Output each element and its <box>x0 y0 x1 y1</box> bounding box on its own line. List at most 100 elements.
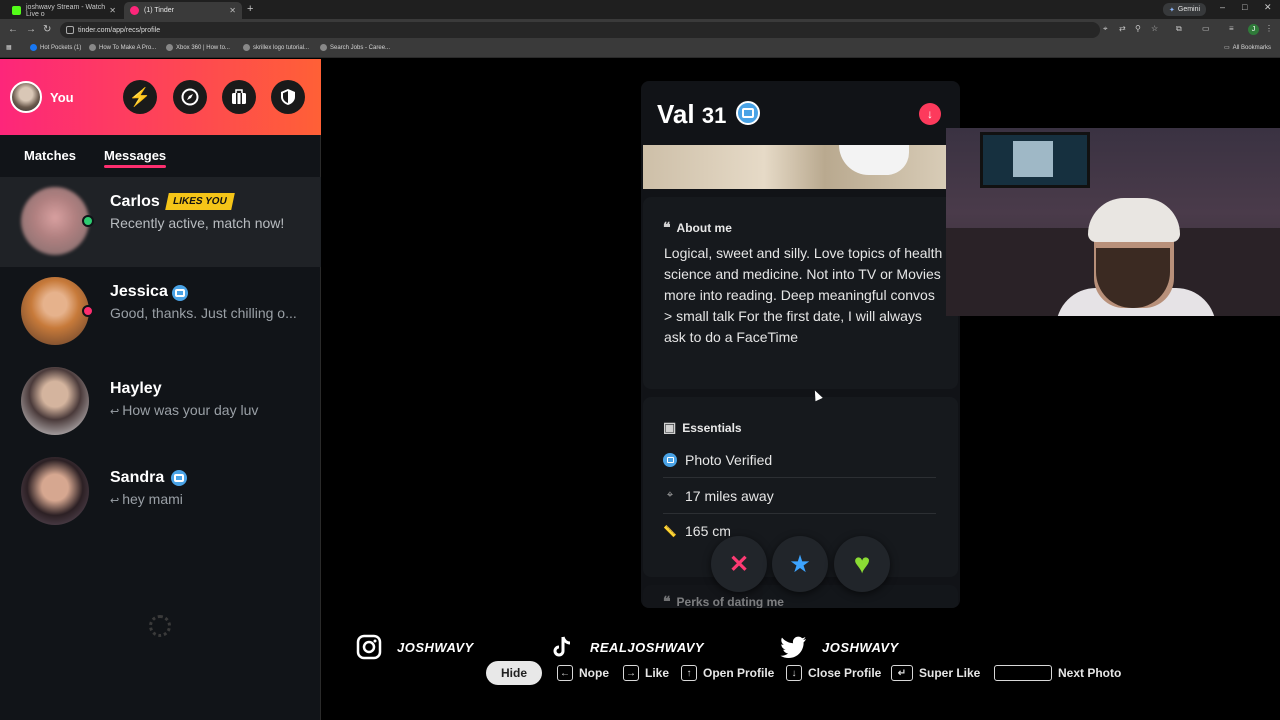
avatar <box>21 277 89 345</box>
bookmark-item[interactable]: Search Jobs - Caree... <box>320 44 390 51</box>
back-icon[interactable]: ← <box>8 24 18 35</box>
enter-key-icon: ↵ <box>891 665 913 681</box>
location-pin-icon: ⌖ <box>666 489 674 501</box>
about-me-text: Logical, sweet and silly. Love topics of… <box>664 245 943 345</box>
super-like-button[interactable]: ★ <box>772 536 828 592</box>
social-handle: JOSHWAVY <box>397 639 474 655</box>
bookmark-item[interactable]: How To Make A Pro... <box>89 44 156 51</box>
safety-button[interactable] <box>271 80 305 114</box>
message-preview: Good, thanks. Just chilling o... <box>110 305 297 321</box>
shortcut-next-photo: Next Photo <box>994 661 1121 685</box>
nope-button[interactable]: ✕ <box>711 536 767 592</box>
explore-button[interactable] <box>173 80 207 114</box>
gemini-label: Gemini <box>1177 6 1201 13</box>
browser-tab-tinder[interactable]: (1) Tinder ✕ <box>124 2 242 19</box>
tiktok-icon <box>548 633 576 661</box>
tab-messages[interactable]: Messages <box>104 148 167 168</box>
apps-icon[interactable]: ▦ <box>6 44 12 51</box>
ruler-icon: 📏 <box>663 525 677 538</box>
all-bookmarks-button[interactable]: ▭ All Bookmarks <box>1224 44 1271 52</box>
message-row-hayley[interactable]: Hayley ↩ How was your day luv <box>0 357 321 447</box>
close-tab-icon[interactable]: ✕ <box>109 6 116 15</box>
compass-icon <box>181 88 199 106</box>
browser-tab-kick[interactable]: joshwavy Stream - Watch Live o ✕ <box>6 2 122 19</box>
space-key-icon <box>994 665 1052 681</box>
message-row-jessica[interactable]: Jessica Good, thanks. Just chilling o... <box>0 267 321 357</box>
url-bar[interactable]: tinder.com/app/recs/profile <box>60 22 1100 38</box>
sparkle-icon: ✦ <box>1169 6 1175 14</box>
maximize-icon[interactable]: □ <box>1242 2 1247 12</box>
globe-icon <box>89 44 96 51</box>
social-handle: JOSHWAVY <box>822 639 899 655</box>
browser-tab-bar: joshwavy Stream - Watch Live o ✕ (1) Tin… <box>0 0 1280 19</box>
twitter-icon <box>780 633 808 661</box>
message-preview: Recently active, match now! <box>110 215 285 231</box>
reload-icon[interactable]: ↻ <box>43 24 51 35</box>
hide-hints-button[interactable]: Hide <box>486 661 542 685</box>
profile-age: 31 <box>701 103 727 128</box>
background-monitor <box>980 132 1090 188</box>
briefcase-icon <box>232 89 246 104</box>
essential-label: 17 miles away <box>685 487 774 504</box>
quote-icon: ❝ <box>663 593 671 608</box>
streamer-cap <box>1088 198 1180 242</box>
tab-matches[interactable]: Matches <box>24 148 76 163</box>
shortcut-super-like: ↵ Super Like <box>891 661 980 685</box>
window-close-icon[interactable]: ✕ <box>1264 2 1272 13</box>
contact-name: Jessica <box>110 283 168 300</box>
bookmark-star-icon[interactable]: ☆ <box>1151 24 1158 33</box>
up-arrow-key-icon: ↑ <box>681 665 697 681</box>
bookmark-item[interactable]: Hot Pockets (1) <box>30 44 81 51</box>
message-preview: How was your day luv <box>122 402 259 418</box>
profile-title: Val 31 <box>657 99 726 130</box>
profile-name: Val <box>657 99 695 129</box>
social-tiktok: REALJOSHWAVY <box>548 632 704 662</box>
profile-card[interactable]: Val 31 ↓ ❝ About me Logical, sweet and s… <box>641 81 960 608</box>
profile-photo[interactable] <box>643 145 946 189</box>
media-icon[interactable]: ≡ <box>1229 24 1234 33</box>
bookmark-label: Xbox 360 | How to... <box>176 44 230 51</box>
message-row-sandra[interactable]: Sandra ↩ hey mami <box>0 447 321 537</box>
essential-distance: ⌖ 17 miles away <box>663 478 936 514</box>
boost-button[interactable]: ⚡ <box>123 80 157 114</box>
new-tab-icon[interactable]: + <box>247 3 253 15</box>
message-row-carlos[interactable]: Carlos LIKES YOU Recently active, match … <box>0 177 321 267</box>
work-button[interactable] <box>222 80 256 114</box>
site-info-icon[interactable] <box>66 26 74 34</box>
tab-title: (1) Tinder <box>144 7 174 14</box>
extensions-icon[interactable]: ⧉ <box>1176 24 1182 34</box>
my-profile-avatar[interactable] <box>10 81 42 113</box>
forward-icon[interactable]: → <box>26 24 36 35</box>
account-avatar[interactable]: J <box>1248 24 1259 35</box>
reply-icon: ↩ <box>110 406 120 418</box>
translate-icon[interactable]: ⇄ <box>1119 24 1126 33</box>
gemini-button[interactable]: ✦ Gemini <box>1163 3 1207 16</box>
message-preview: hey mami <box>122 491 183 507</box>
close-tab-icon[interactable]: ✕ <box>229 6 236 15</box>
online-indicator <box>82 305 94 317</box>
menu-icon[interactable]: ⋮ <box>1265 24 1273 33</box>
shortcut-label: Open Profile <box>703 666 775 680</box>
heart-icon: ♥ <box>853 548 871 579</box>
message-preview-row: ↩ How was your day luv <box>110 402 310 418</box>
sidebar-header: You ⚡ <box>0 59 321 135</box>
shortcut-open-profile: ↑ Open Profile <box>681 661 774 685</box>
close-profile-button[interactable]: ↓ <box>919 103 941 125</box>
minimize-icon[interactable]: – <box>1220 2 1225 12</box>
instagram-icon <box>355 633 383 661</box>
shortcut-label: Close Profile <box>808 666 882 680</box>
my-profile-label[interactable]: You <box>50 90 74 105</box>
arrow-down-icon: ↓ <box>927 107 933 121</box>
zoom-icon[interactable]: ⚲ <box>1135 24 1141 33</box>
bookmark-label: skrillex logo tutorial... <box>253 44 310 51</box>
globe-icon <box>243 44 250 51</box>
like-button[interactable]: ♥ <box>834 536 890 592</box>
down-arrow-key-icon: ↓ <box>786 665 802 681</box>
bookmark-item[interactable]: Xbox 360 | How to... <box>166 44 230 51</box>
about-me-heading: ❝ About me <box>663 219 732 236</box>
photo-verified-icon <box>736 101 760 125</box>
location-icon[interactable]: ⌖ <box>1103 24 1108 34</box>
sidepanel-icon[interactable]: ▭ <box>1202 24 1210 33</box>
shield-icon <box>281 89 295 105</box>
bookmark-item[interactable]: skrillex logo tutorial... <box>243 44 309 51</box>
